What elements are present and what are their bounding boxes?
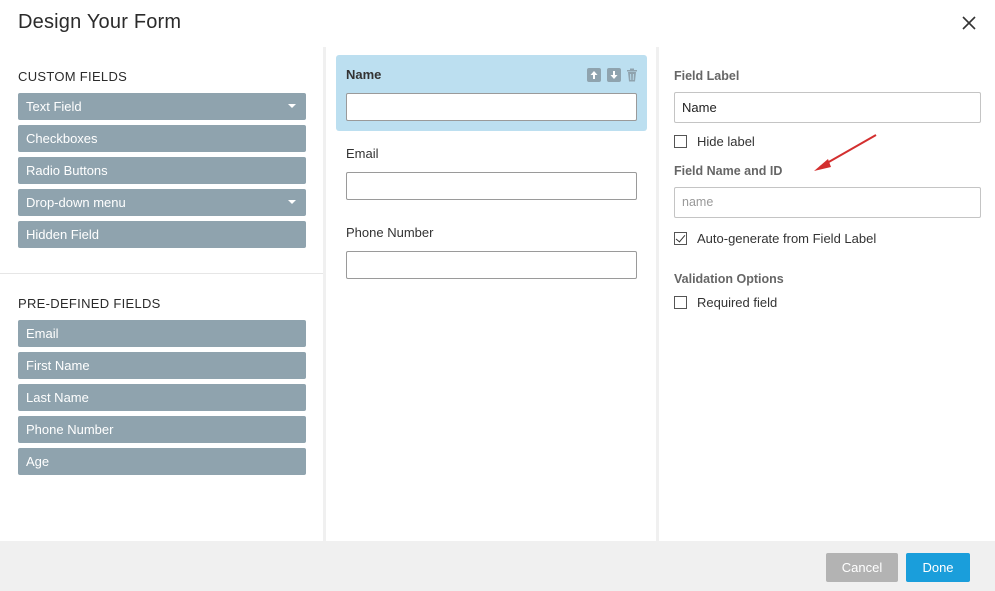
field-name-id-title: Field Name and ID <box>674 164 783 178</box>
field-button-label: Checkboxes <box>26 131 98 146</box>
trash-icon[interactable] <box>625 68 639 82</box>
field-button-label: Radio Buttons <box>26 163 108 178</box>
hide-label-text: Hide label <box>697 134 755 149</box>
required-field-checkbox[interactable] <box>674 296 687 309</box>
validation-options-title: Validation Options <box>674 272 784 286</box>
form-field-name[interactable]: Name <box>336 55 647 131</box>
field-label-input[interactable]: Name <box>674 92 981 123</box>
required-field-text: Required field <box>697 295 778 310</box>
annotation-arrow-icon <box>814 134 877 171</box>
caret-down-icon[interactable] <box>288 104 296 108</box>
predefined-field-phone-number[interactable]: Phone Number <box>18 416 306 443</box>
arrow-up-icon[interactable] <box>587 68 601 82</box>
form-preview: Name Email Phone Number <box>326 47 656 541</box>
field-button-label: Email <box>26 326 59 341</box>
arrow-down-icon[interactable] <box>607 68 621 82</box>
form-field-label: Phone Number <box>346 225 434 240</box>
dialog-header: Design Your Form <box>0 0 995 47</box>
custom-field-text-field[interactable]: Text Field <box>18 93 306 120</box>
custom-field-hidden-field[interactable]: Hidden Field <box>18 221 306 248</box>
predefined-field-age[interactable]: Age <box>18 448 306 475</box>
auto-generate-text: Auto-generate from Field Label <box>697 231 877 246</box>
dialog-body: CUSTOM FIELDS Text Field Checkboxes Radi… <box>0 47 995 541</box>
form-field-input[interactable] <box>346 93 637 121</box>
predefined-fields-title: PRE-DEFINED FIELDS <box>18 296 161 311</box>
form-field-input[interactable] <box>346 172 637 200</box>
hide-label-checkbox[interactable] <box>674 135 687 148</box>
predefined-field-last-name[interactable]: Last Name <box>18 384 306 411</box>
field-button-label: Text Field <box>26 99 82 114</box>
custom-fields-title: CUSTOM FIELDS <box>18 69 128 84</box>
predefined-field-email[interactable]: Email <box>18 320 306 347</box>
done-button[interactable]: Done <box>906 553 970 582</box>
section-divider <box>0 273 323 274</box>
field-settings: Field Label Name Hide label Field Name a… <box>659 47 995 541</box>
form-field-label: Email <box>346 146 379 161</box>
custom-field-dropdown-menu[interactable]: Drop-down menu <box>18 189 306 216</box>
field-button-label: First Name <box>26 358 90 373</box>
predefined-field-first-name[interactable]: First Name <box>18 352 306 379</box>
dialog-title: Design Your Form <box>18 11 182 33</box>
auto-generate-checkbox[interactable] <box>674 232 687 245</box>
form-field-input[interactable] <box>346 251 637 279</box>
close-icon[interactable] <box>958 12 980 34</box>
field-label-title: Field Label <box>674 69 740 83</box>
custom-field-checkboxes[interactable]: Checkboxes <box>18 125 306 152</box>
cancel-button[interactable]: Cancel <box>826 553 898 582</box>
field-name-id-input[interactable]: name <box>674 187 981 218</box>
form-field-label: Name <box>346 67 382 82</box>
form-field-email[interactable]: Email <box>336 135 647 205</box>
field-button-label: Drop-down menu <box>26 195 126 210</box>
dialog-footer: Cancel Done <box>0 541 995 591</box>
custom-field-radio-buttons[interactable]: Radio Buttons <box>18 157 306 184</box>
field-button-label: Phone Number <box>26 422 114 437</box>
field-button-label: Hidden Field <box>26 227 99 242</box>
field-palette: CUSTOM FIELDS Text Field Checkboxes Radi… <box>0 47 323 541</box>
form-field-phone-number[interactable]: Phone Number <box>336 214 647 284</box>
field-button-label: Age <box>26 454 50 469</box>
field-button-label: Last Name <box>26 390 89 405</box>
caret-down-icon[interactable] <box>288 200 296 204</box>
